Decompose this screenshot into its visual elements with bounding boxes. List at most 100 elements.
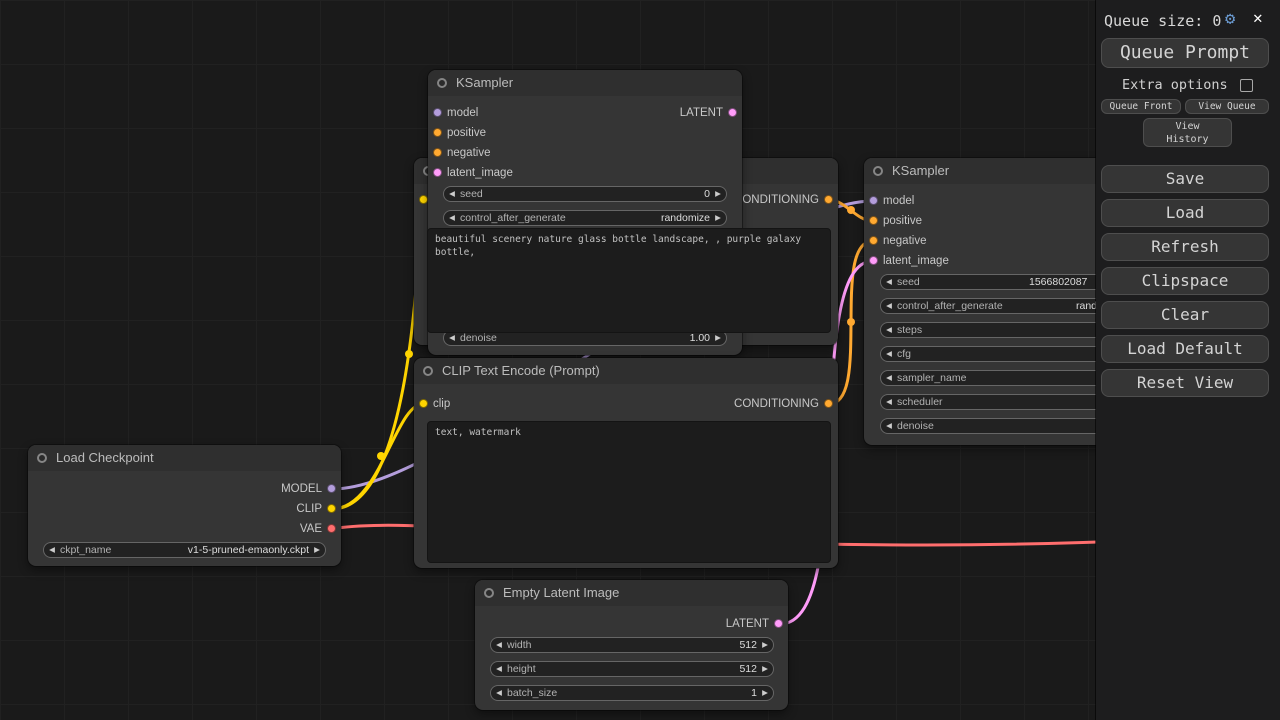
widget-value: v1-5-pruned-emaonly.ckpt — [188, 543, 309, 557]
queue-front-button[interactable]: Queue Front — [1101, 99, 1181, 114]
output-label-latent: LATENT — [680, 106, 723, 120]
input-label-latent-image: latent_image — [883, 254, 949, 268]
widget-label: width — [507, 638, 532, 652]
gear-icon[interactable]: ⚙ — [1225, 9, 1235, 29]
node-empty-latent-image[interactable]: Empty Latent Image LATENT ◀ width 512 ▶ … — [475, 580, 788, 710]
node-title: CLIP Text Encode (Prompt) — [442, 363, 600, 378]
refresh-button[interactable]: Refresh — [1101, 233, 1269, 261]
output-label-conditioning: CONDITIONING — [734, 193, 819, 207]
input-port-positive[interactable] — [869, 216, 878, 225]
decrement-arrow-icon[interactable]: ◀ — [493, 638, 505, 652]
node-title-bar[interactable]: CLIP Text Encode (Prompt) — [414, 358, 838, 384]
node-title: Empty Latent Image — [503, 585, 619, 600]
ckpt-name-widget[interactable]: ◀ ckpt_name v1-5-pruned-emaonly.ckpt ▶ — [43, 542, 326, 558]
wire-midpoint-dot — [847, 318, 855, 326]
output-port-clip[interactable] — [327, 504, 336, 513]
output-port-conditioning[interactable] — [824, 399, 833, 408]
decrement-arrow-icon[interactable]: ◀ — [883, 299, 895, 313]
comfy-menu-panel: Queue size: 0 ⚙ ✕ Queue Prompt Extra opt… — [1096, 0, 1280, 720]
node-title-bar[interactable]: Empty Latent Image — [475, 580, 788, 606]
input-label-negative: negative — [447, 146, 490, 160]
save-button[interactable]: Save — [1101, 165, 1269, 193]
decrement-arrow-icon[interactable]: ◀ — [883, 395, 895, 409]
input-port-model[interactable] — [869, 196, 878, 205]
widget-label: denoise — [460, 331, 497, 345]
decrement-arrow-icon[interactable]: ◀ — [493, 662, 505, 676]
increment-arrow-icon[interactable]: ▶ — [759, 638, 771, 652]
node-status-dot — [437, 78, 447, 88]
width-widget[interactable]: ◀ width 512 ▶ — [490, 637, 774, 653]
widget-value: 512 — [739, 638, 757, 652]
node-status-dot — [423, 366, 433, 376]
input-port-latent-image[interactable] — [433, 168, 442, 177]
reset-view-button[interactable]: Reset View — [1101, 369, 1269, 397]
output-port-latent[interactable] — [774, 619, 783, 628]
wire-midpoint-dot — [377, 452, 385, 460]
widget-value: 1566802087 — [1029, 275, 1087, 289]
increment-arrow-icon[interactable]: ▶ — [759, 662, 771, 676]
extra-options-checkbox[interactable] — [1240, 79, 1253, 92]
output-port-latent[interactable] — [728, 108, 737, 117]
widget-label: scheduler — [897, 395, 943, 409]
output-label-clip: CLIP — [296, 502, 322, 516]
node-status-dot — [484, 588, 494, 598]
increment-arrow-icon[interactable]: ▶ — [712, 187, 724, 201]
view-history-button[interactable]: View History — [1143, 118, 1232, 147]
widget-label: seed — [460, 187, 483, 201]
clipspace-button[interactable]: Clipspace — [1101, 267, 1269, 295]
height-widget[interactable]: ◀ height 512 ▶ — [490, 661, 774, 677]
decrement-arrow-icon[interactable]: ◀ — [883, 323, 895, 337]
increment-arrow-icon[interactable]: ▶ — [712, 211, 724, 225]
widget-label: cfg — [897, 347, 911, 361]
node-title: Load Checkpoint — [56, 450, 154, 465]
decrement-arrow-icon[interactable]: ◀ — [446, 187, 458, 201]
output-port-model[interactable] — [327, 484, 336, 493]
input-port-negative[interactable] — [869, 236, 878, 245]
queue-prompt-button[interactable]: Queue Prompt — [1101, 38, 1269, 68]
wire-midpoint-dot — [405, 350, 413, 358]
widget-value: 512 — [739, 662, 757, 676]
node-status-dot — [37, 453, 47, 463]
output-port-conditioning[interactable] — [824, 195, 833, 204]
input-port-clip[interactable] — [419, 195, 428, 204]
batch-size-widget[interactable]: ◀ batch_size 1 ▶ — [490, 685, 774, 701]
input-port-positive[interactable] — [433, 128, 442, 137]
clear-button[interactable]: Clear — [1101, 301, 1269, 329]
output-port-vae[interactable] — [327, 524, 336, 533]
previous-arrow-icon[interactable]: ◀ — [46, 543, 58, 557]
decrement-arrow-icon[interactable]: ◀ — [493, 686, 505, 700]
seed-widget[interactable]: ◀ seed 0 ▶ — [443, 186, 727, 202]
input-port-clip[interactable] — [419, 399, 428, 408]
load-default-button[interactable]: Load Default — [1101, 335, 1269, 363]
decrement-arrow-icon[interactable]: ◀ — [446, 331, 458, 345]
widget-label: seed — [897, 275, 920, 289]
decrement-arrow-icon[interactable]: ◀ — [446, 211, 458, 225]
wire-clip-to-top — [332, 200, 423, 509]
next-arrow-icon[interactable]: ▶ — [311, 543, 323, 557]
view-queue-button[interactable]: View Queue — [1185, 99, 1269, 114]
comfyui-canvas[interactable]: { "sidebar": { "queue_size": "Queue size… — [0, 0, 1280, 720]
node-load-checkpoint[interactable]: Load Checkpoint MODEL CLIP VAE ◀ ckpt_na… — [28, 445, 341, 566]
decrement-arrow-icon[interactable]: ◀ — [883, 275, 895, 289]
close-icon[interactable]: ✕ — [1253, 8, 1263, 28]
widget-value: 1 — [751, 686, 757, 700]
decrement-arrow-icon[interactable]: ◀ — [883, 419, 895, 433]
load-button[interactable]: Load — [1101, 199, 1269, 227]
input-port-latent-image[interactable] — [869, 256, 878, 265]
decrement-arrow-icon[interactable]: ◀ — [883, 371, 895, 385]
control-after-generate-widget[interactable]: ◀ control_after_generate randomize ▶ — [443, 210, 727, 226]
input-port-negative[interactable] — [433, 148, 442, 157]
wire-clip-to-bottom — [332, 404, 423, 509]
output-label-vae: VAE — [300, 522, 322, 536]
input-port-model[interactable] — [433, 108, 442, 117]
node-title: KSampler — [456, 75, 513, 90]
increment-arrow-icon[interactable]: ▶ — [759, 686, 771, 700]
decrement-arrow-icon[interactable]: ◀ — [883, 347, 895, 361]
widget-label: batch_size — [507, 686, 557, 700]
node-title-bar[interactable]: KSampler — [428, 70, 742, 96]
widget-value: randomize — [661, 211, 710, 225]
node-title-bar[interactable]: Load Checkpoint — [28, 445, 341, 471]
positive-prompt-textarea[interactable]: beautiful scenery nature glass bottle la… — [427, 228, 831, 333]
negative-prompt-textarea[interactable]: text, watermark — [427, 421, 831, 563]
increment-arrow-icon[interactable]: ▶ — [712, 331, 724, 345]
